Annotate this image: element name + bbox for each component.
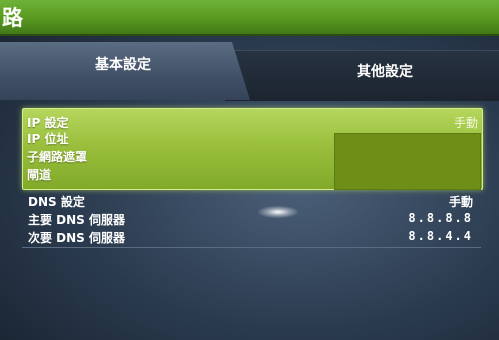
tab-basic-settings-label[interactable]: 基本設定 bbox=[95, 54, 151, 74]
ip-settings-label: IP 設定 bbox=[27, 116, 69, 130]
ip-settings-mode[interactable]: 手動 bbox=[454, 114, 478, 131]
divider bbox=[22, 247, 481, 248]
subnet-mask-label: 子網路遮罩 bbox=[27, 150, 88, 164]
dns-settings-label: DNS 設定 bbox=[28, 195, 85, 209]
ip-address-label: IP 位址 bbox=[27, 132, 69, 146]
dns-settings-mode[interactable]: 手動 bbox=[449, 193, 473, 210]
settings-panel: IP 設定 手動 IP 位址 子網路遮罩 閘道 DNS 設定 手動 主要 DNS… bbox=[0, 98, 499, 340]
secondary-dns-label: 次要 DNS 伺服器 bbox=[28, 231, 126, 245]
gateway-label: 閘道 bbox=[27, 168, 52, 182]
title-bar: 路 bbox=[0, 0, 499, 36]
secondary-dns-value[interactable]: 8.8.4.4 bbox=[408, 229, 473, 243]
tab-other-settings-label[interactable]: 其他設定 bbox=[357, 61, 413, 81]
screen-glare bbox=[258, 206, 298, 218]
window-title: 路 bbox=[2, 6, 24, 30]
ip-settings-group[interactable]: IP 設定 手動 IP 位址 子網路遮罩 閘道 bbox=[22, 108, 483, 190]
primary-dns-label: 主要 DNS 伺服器 bbox=[28, 213, 126, 227]
primary-dns-value[interactable]: 8.8.8.8 bbox=[408, 211, 473, 225]
tab-bar bbox=[0, 40, 499, 101]
ip-values-field[interactable] bbox=[334, 133, 481, 190]
